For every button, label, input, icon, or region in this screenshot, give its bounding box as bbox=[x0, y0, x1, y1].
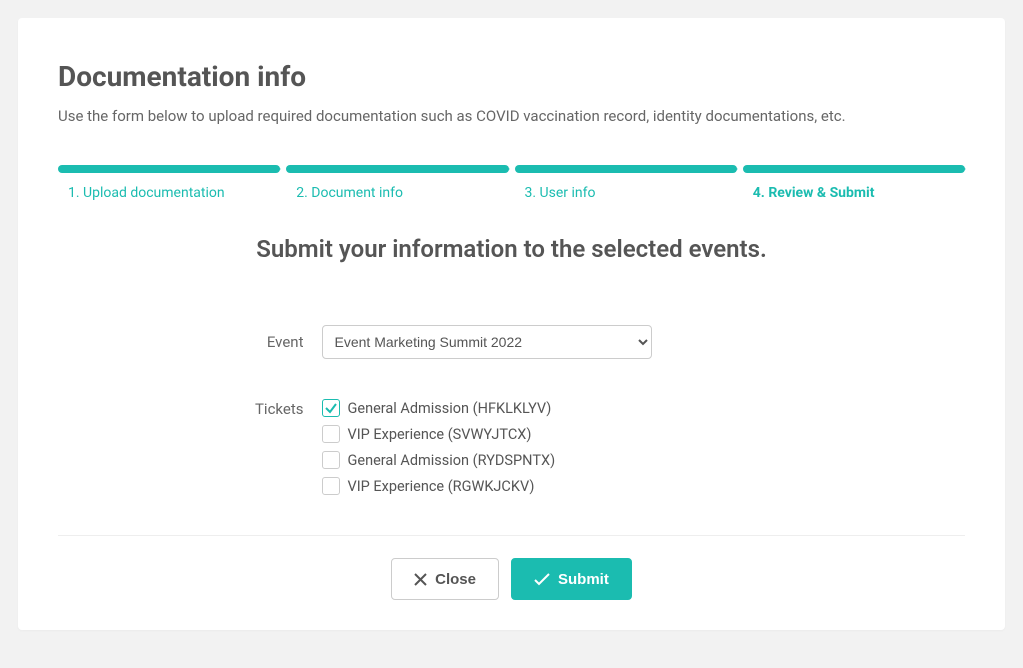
step-label: 1. Upload documentation bbox=[58, 185, 280, 201]
ticket-item: General Admission (HFKLKLYV) bbox=[322, 399, 832, 417]
step-bar bbox=[743, 165, 965, 173]
ticket-item: VIP Experience (SVWYJTCX) bbox=[322, 425, 832, 443]
ticket-item: General Admission (RYDSPNTX) bbox=[322, 451, 832, 469]
check-icon bbox=[534, 573, 550, 586]
ticket-item: VIP Experience (RGWKJCKV) bbox=[322, 477, 832, 495]
step-label: 2. Document info bbox=[286, 185, 508, 201]
submit-button-label: Submit bbox=[558, 571, 609, 588]
event-row: Event Event Marketing Summit 2022 bbox=[192, 325, 832, 359]
tickets-row: Tickets General Admission (HFKLKLYV) VIP… bbox=[192, 399, 832, 495]
step-review-submit[interactable]: 4. Review & Submit bbox=[743, 165, 965, 201]
review-form: Event Event Marketing Summit 2022 Ticket… bbox=[192, 325, 832, 495]
ticket-label: VIP Experience (SVWYJTCX) bbox=[348, 426, 532, 443]
tickets-label: Tickets bbox=[192, 399, 322, 495]
event-select[interactable]: Event Marketing Summit 2022 bbox=[322, 325, 652, 359]
close-button-label: Close bbox=[435, 571, 476, 588]
step-bar bbox=[286, 165, 508, 173]
event-label: Event bbox=[192, 325, 322, 359]
step-upload-documentation[interactable]: 1. Upload documentation bbox=[58, 165, 280, 201]
progress-stepper: 1. Upload documentation 2. Document info… bbox=[58, 165, 965, 201]
tickets-field: General Admission (HFKLKLYV) VIP Experie… bbox=[322, 399, 832, 495]
page-subtitle: Use the form below to upload required do… bbox=[58, 107, 965, 125]
ticket-checkbox[interactable] bbox=[322, 477, 340, 495]
close-icon bbox=[414, 573, 427, 586]
section-heading: Submit your information to the selected … bbox=[58, 235, 965, 263]
close-button[interactable]: Close bbox=[391, 558, 499, 600]
step-document-info[interactable]: 2. Document info bbox=[286, 165, 508, 201]
ticket-label: General Admission (HFKLKLYV) bbox=[348, 400, 552, 417]
submit-button[interactable]: Submit bbox=[511, 558, 632, 600]
ticket-list: General Admission (HFKLKLYV) VIP Experie… bbox=[322, 399, 832, 495]
step-bar bbox=[58, 165, 280, 173]
step-bar bbox=[515, 165, 737, 173]
step-label: 4. Review & Submit bbox=[743, 185, 965, 201]
ticket-checkbox[interactable] bbox=[322, 425, 340, 443]
ticket-checkbox[interactable] bbox=[322, 451, 340, 469]
event-field: Event Marketing Summit 2022 bbox=[322, 325, 832, 359]
ticket-checkbox[interactable] bbox=[322, 399, 340, 417]
step-user-info[interactable]: 3. User info bbox=[515, 165, 737, 201]
ticket-label: General Admission (RYDSPNTX) bbox=[348, 452, 556, 469]
step-label: 3. User info bbox=[515, 185, 737, 201]
divider bbox=[58, 535, 965, 536]
footer-actions: Close Submit bbox=[58, 558, 965, 600]
ticket-label: VIP Experience (RGWKJCKV) bbox=[348, 478, 535, 495]
page-title: Documentation info bbox=[58, 60, 965, 93]
documentation-info-card: Documentation info Use the form below to… bbox=[18, 18, 1005, 630]
